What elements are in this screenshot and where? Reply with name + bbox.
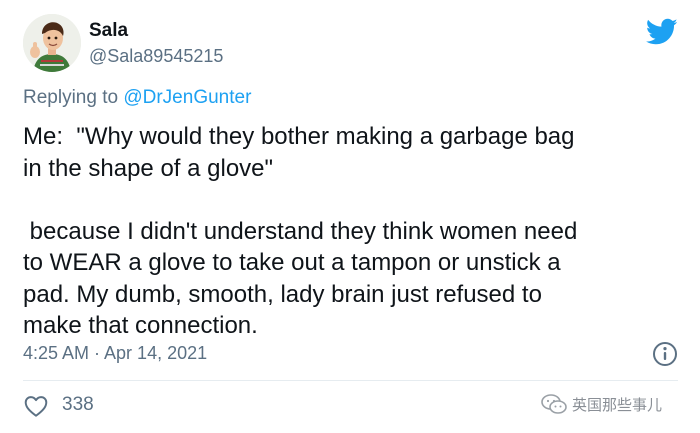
info-icon[interactable] bbox=[652, 341, 678, 367]
twitter-bird-icon[interactable] bbox=[646, 18, 678, 46]
watermark-text: 英国那些事儿 bbox=[572, 395, 663, 414]
avatar-icon bbox=[23, 14, 81, 72]
tweet-text: Me: "Why would they bother making a garb… bbox=[23, 123, 578, 339]
tweet-card: Sala @Sala89545215 Replying to @DrJenGun… bbox=[0, 0, 700, 433]
user-handle[interactable]: @Sala89545215 bbox=[89, 45, 223, 67]
divider bbox=[23, 380, 678, 381]
replying-to: Replying to @DrJenGunter bbox=[23, 87, 251, 109]
watermark: 英国那些事儿 bbox=[540, 393, 662, 415]
reply-mention-link[interactable]: @DrJenGunter bbox=[123, 87, 251, 108]
tweet-timestamp[interactable]: 4:25 AM · Apr 14, 2021 bbox=[23, 342, 207, 364]
wechat-icon bbox=[541, 394, 567, 414]
avatar[interactable] bbox=[23, 14, 81, 72]
like-count: 338 bbox=[62, 394, 94, 415]
heart-icon[interactable] bbox=[23, 393, 49, 419]
display-name[interactable]: Sala bbox=[89, 20, 128, 42]
replying-prefix: Replying to bbox=[23, 87, 124, 108]
